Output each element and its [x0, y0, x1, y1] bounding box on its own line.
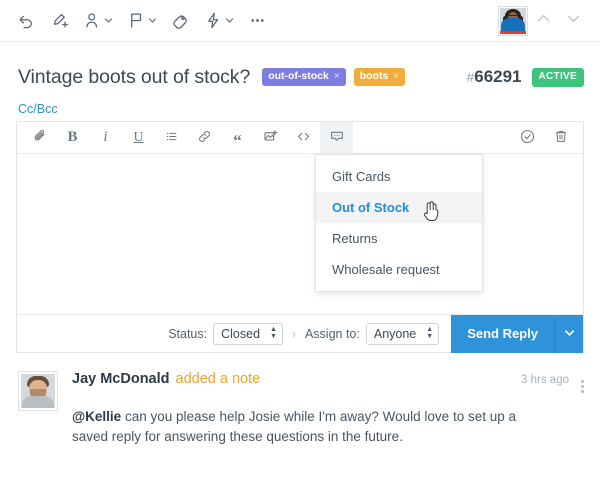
link-button[interactable] — [188, 122, 221, 154]
menu-item-wholesale-request[interactable]: Wholesale request — [316, 254, 482, 285]
chevron-down-icon — [148, 16, 157, 25]
note-action-label: added a note — [175, 371, 261, 387]
chevron-down-icon — [565, 10, 582, 32]
ticket-number-value: 66291 — [474, 67, 522, 86]
code-button[interactable] — [287, 122, 320, 154]
note-entry: Jay McDonald added a note 3 hrs ago @Kel… — [0, 353, 600, 447]
check-circle-icon — [519, 128, 536, 148]
more-options-button[interactable] — [241, 4, 274, 38]
edit-icon — [50, 11, 69, 30]
italic-button[interactable]: i — [89, 122, 122, 154]
status-badge: ACTIVE — [531, 67, 584, 87]
assign-user-button[interactable] — [76, 4, 120, 38]
flag-button[interactable] — [120, 4, 164, 38]
composer-footer: Status: Closed ▲ ▼ › Assign to: Anyone ▲ ▼… — [17, 314, 583, 353]
saved-replies-button[interactable] — [320, 121, 353, 154]
saved-replies-icon — [329, 128, 345, 147]
note-content: Jay McDonald added a note 3 hrs ago @Kel… — [58, 371, 584, 447]
delete-draft-button[interactable] — [544, 122, 577, 154]
stepper-icon: ▲ ▼ — [270, 326, 277, 340]
remove-tag-icon[interactable]: × — [393, 71, 399, 82]
send-options-button[interactable] — [555, 314, 583, 353]
note-body-text: @Kellie can you please help Josie while … — [72, 407, 542, 447]
next-ticket-button[interactable] — [558, 4, 588, 38]
link-icon — [197, 129, 212, 147]
tag-out-of-stock[interactable]: out-of-stock × — [262, 68, 346, 86]
underline-button[interactable]: U — [122, 122, 155, 154]
prev-ticket-button[interactable] — [528, 4, 558, 38]
menu-item-gift-cards[interactable]: Gift Cards — [316, 161, 482, 192]
note-body-rest: can you please help Josie while I'm away… — [72, 409, 516, 444]
reply-textarea[interactable] — [17, 154, 583, 314]
ccbcc-link[interactable]: Cc/Bcc — [0, 96, 600, 121]
tag-label: boots — [359, 70, 389, 83]
bold-button[interactable]: B — [56, 122, 89, 154]
status-field-label: Status: — [168, 326, 208, 341]
field-separator: › — [291, 326, 296, 341]
tag-button[interactable] — [164, 4, 197, 38]
menu-item-out-of-stock[interactable]: Out of Stock — [316, 192, 482, 223]
tag-icon — [171, 11, 190, 30]
ticket-meta: #66291 ACTIVE — [466, 67, 584, 87]
insert-image-icon — [263, 128, 279, 147]
ticket-header: Vintage boots out of stock? out-of-stock… — [0, 42, 600, 96]
automation-icon — [204, 11, 223, 30]
saved-replies-menu: Gift Cards Out of Stock Returns Wholesal… — [315, 154, 483, 292]
note-mention[interactable]: @Kellie — [72, 409, 121, 424]
stepper-icon: ▲ ▼ — [426, 326, 434, 340]
status-select-value: Closed — [221, 326, 261, 341]
trash-icon — [553, 128, 569, 147]
avatar-image — [500, 7, 526, 34]
note-header: Jay McDonald added a note 3 hrs ago — [72, 371, 584, 393]
avatar-image — [21, 374, 55, 408]
attachment-button[interactable] — [23, 122, 56, 154]
chevron-up-icon — [535, 10, 552, 32]
edit-icon-button[interactable] — [43, 4, 76, 38]
undo-icon — [17, 11, 36, 30]
confirm-button[interactable] — [511, 122, 544, 154]
chevron-down-icon — [104, 16, 113, 25]
page-title: Vintage boots out of stock? — [18, 65, 251, 88]
note-options-icon[interactable] — [581, 378, 584, 393]
agent-avatar[interactable] — [498, 5, 528, 36]
flag-icon — [127, 11, 146, 30]
note-timestamp: 3 hrs ago — [521, 374, 569, 386]
status-select[interactable]: Closed ▲ ▼ — [213, 322, 283, 345]
blockquote-button[interactable]: “ — [221, 122, 254, 154]
send-reply-button[interactable]: Send Reply — [451, 314, 555, 353]
automation-button[interactable] — [197, 4, 241, 38]
note-author-name: Jay McDonald — [72, 371, 170, 387]
attachment-icon — [32, 129, 47, 147]
chevron-down-icon — [225, 16, 234, 25]
assign-select[interactable]: Anyone ▲ ▼ — [365, 322, 440, 345]
undo-icon-button[interactable] — [10, 4, 43, 38]
reply-composer: B i U “ Status: Closed ▲ ▼ › Assign to: … — [16, 121, 584, 353]
editor-toolbar: B i U “ — [17, 121, 583, 154]
insert-image-button[interactable] — [254, 122, 287, 154]
tag-list: out-of-stock × boots × — [262, 68, 406, 86]
bulleted-list-button[interactable] — [155, 122, 188, 154]
assign-field-label: Assign to: — [304, 326, 360, 341]
note-author-avatar[interactable] — [18, 371, 58, 411]
menu-item-returns[interactable]: Returns — [316, 223, 482, 254]
chevron-down-icon — [564, 327, 575, 341]
code-icon — [296, 129, 311, 147]
top-toolbar — [0, 0, 600, 42]
tag-boots[interactable]: boots × — [353, 68, 406, 86]
tag-label: out-of-stock — [268, 70, 329, 83]
remove-tag-icon[interactable]: × — [334, 71, 340, 82]
bulleted-list-icon — [164, 129, 179, 147]
assign-select-value: Anyone — [373, 326, 417, 341]
ticket-number: #66291 — [466, 67, 521, 87]
assign-user-icon — [83, 11, 102, 30]
more-icon — [248, 11, 267, 30]
